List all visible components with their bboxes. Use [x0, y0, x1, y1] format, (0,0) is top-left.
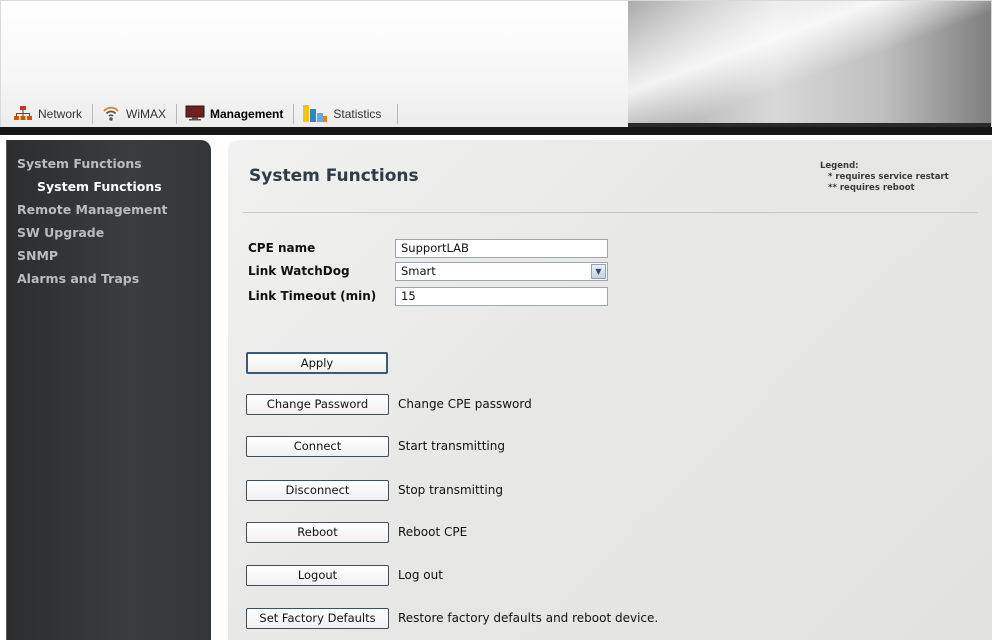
link-watchdog-label: Link WatchDog	[248, 264, 350, 278]
cpe-name-input[interactable]	[395, 238, 608, 258]
legend-text: requires reboot	[839, 183, 915, 193]
main-content: System Functions Legend: * requires serv…	[228, 140, 992, 640]
logout-button[interactable]: Logout	[246, 565, 389, 586]
tab-management-label: Management	[210, 107, 284, 121]
link-timeout-row: Link Timeout (min)	[248, 286, 608, 306]
sidebar-item-system-functions[interactable]: System Functions	[7, 152, 211, 175]
legend: Legend: * requires service restart ** re…	[820, 161, 949, 194]
tab-divider	[293, 104, 295, 124]
chevron-down-icon[interactable]: ▼	[591, 263, 606, 279]
logout-description: Log out	[398, 568, 443, 582]
network-icon	[13, 105, 33, 124]
header-separator	[0, 127, 992, 135]
tab-management[interactable]: Management	[181, 103, 289, 125]
legend-heading: Legend:	[820, 161, 859, 171]
legend-row-reboot: ** requires reboot	[820, 183, 949, 194]
legend-text: requires service restart	[835, 172, 949, 182]
monitor-icon	[185, 105, 205, 124]
tab-divider	[92, 104, 94, 124]
sidebar-subitem-system-functions[interactable]: System Functions	[7, 175, 211, 198]
wireless-icon	[101, 104, 121, 125]
sidebar-item-remote-management[interactable]: Remote Management	[7, 198, 211, 221]
disconnect-button[interactable]: Disconnect	[246, 480, 389, 501]
tab-wimax-label: WiMAX	[126, 107, 167, 121]
link-timeout-input[interactable]	[395, 286, 608, 306]
tab-statistics[interactable]: Statistics	[298, 103, 387, 125]
sidebar-item-alarms-and-traps[interactable]: Alarms and Traps	[7, 267, 211, 290]
link-timeout-label: Link Timeout (min)	[248, 289, 377, 303]
bar-chart-icon	[302, 103, 328, 126]
change-password-button[interactable]: Change Password	[246, 394, 389, 415]
set-factory-defaults-button[interactable]: Set Factory Defaults	[246, 608, 389, 629]
legend-mark: *	[828, 172, 833, 182]
link-watchdog-row: Link WatchDog Smart ▼	[248, 261, 608, 281]
tab-divider	[176, 104, 178, 124]
link-watchdog-select[interactable]: Smart ▼	[395, 261, 608, 281]
tab-divider	[397, 104, 399, 124]
reboot-description: Reboot CPE	[398, 525, 468, 539]
link-watchdog-value: Smart	[401, 263, 436, 278]
connect-description: Start transmitting	[398, 439, 505, 453]
sidebar-item-sw-upgrade[interactable]: SW Upgrade	[7, 221, 211, 244]
legend-row-restart: * requires service restart	[820, 172, 949, 183]
tab-network[interactable]: Network	[9, 103, 88, 125]
sidebar: System Functions System Functions Remote…	[6, 140, 211, 640]
change-password-description: Change CPE password	[398, 397, 532, 411]
apply-button[interactable]: Apply	[246, 352, 388, 374]
reboot-button[interactable]: Reboot	[246, 522, 389, 543]
header-banner-image	[628, 1, 991, 127]
sidebar-menu: System Functions System Functions Remote…	[7, 140, 211, 290]
set-factory-defaults-description: Restore factory defaults and reboot devi…	[398, 611, 659, 625]
page-title: System Functions	[249, 166, 419, 186]
disconnect-description: Stop transmitting	[398, 483, 503, 497]
cpe-name-row: CPE name	[248, 238, 608, 258]
connect-button[interactable]: Connect	[246, 436, 389, 457]
legend-mark: **	[828, 183, 837, 193]
header-bar: Network WiMAX Management Statistics	[0, 0, 992, 128]
tab-wimax[interactable]: WiMAX	[97, 103, 172, 125]
title-divider	[243, 212, 978, 213]
tab-statistics-label: Statistics	[333, 107, 382, 121]
cpe-name-label: CPE name	[248, 241, 316, 255]
top-nav-tabs: Network WiMAX Management Statistics	[9, 99, 399, 127]
tab-network-label: Network	[38, 107, 83, 121]
sidebar-item-snmp[interactable]: SNMP	[7, 244, 211, 267]
